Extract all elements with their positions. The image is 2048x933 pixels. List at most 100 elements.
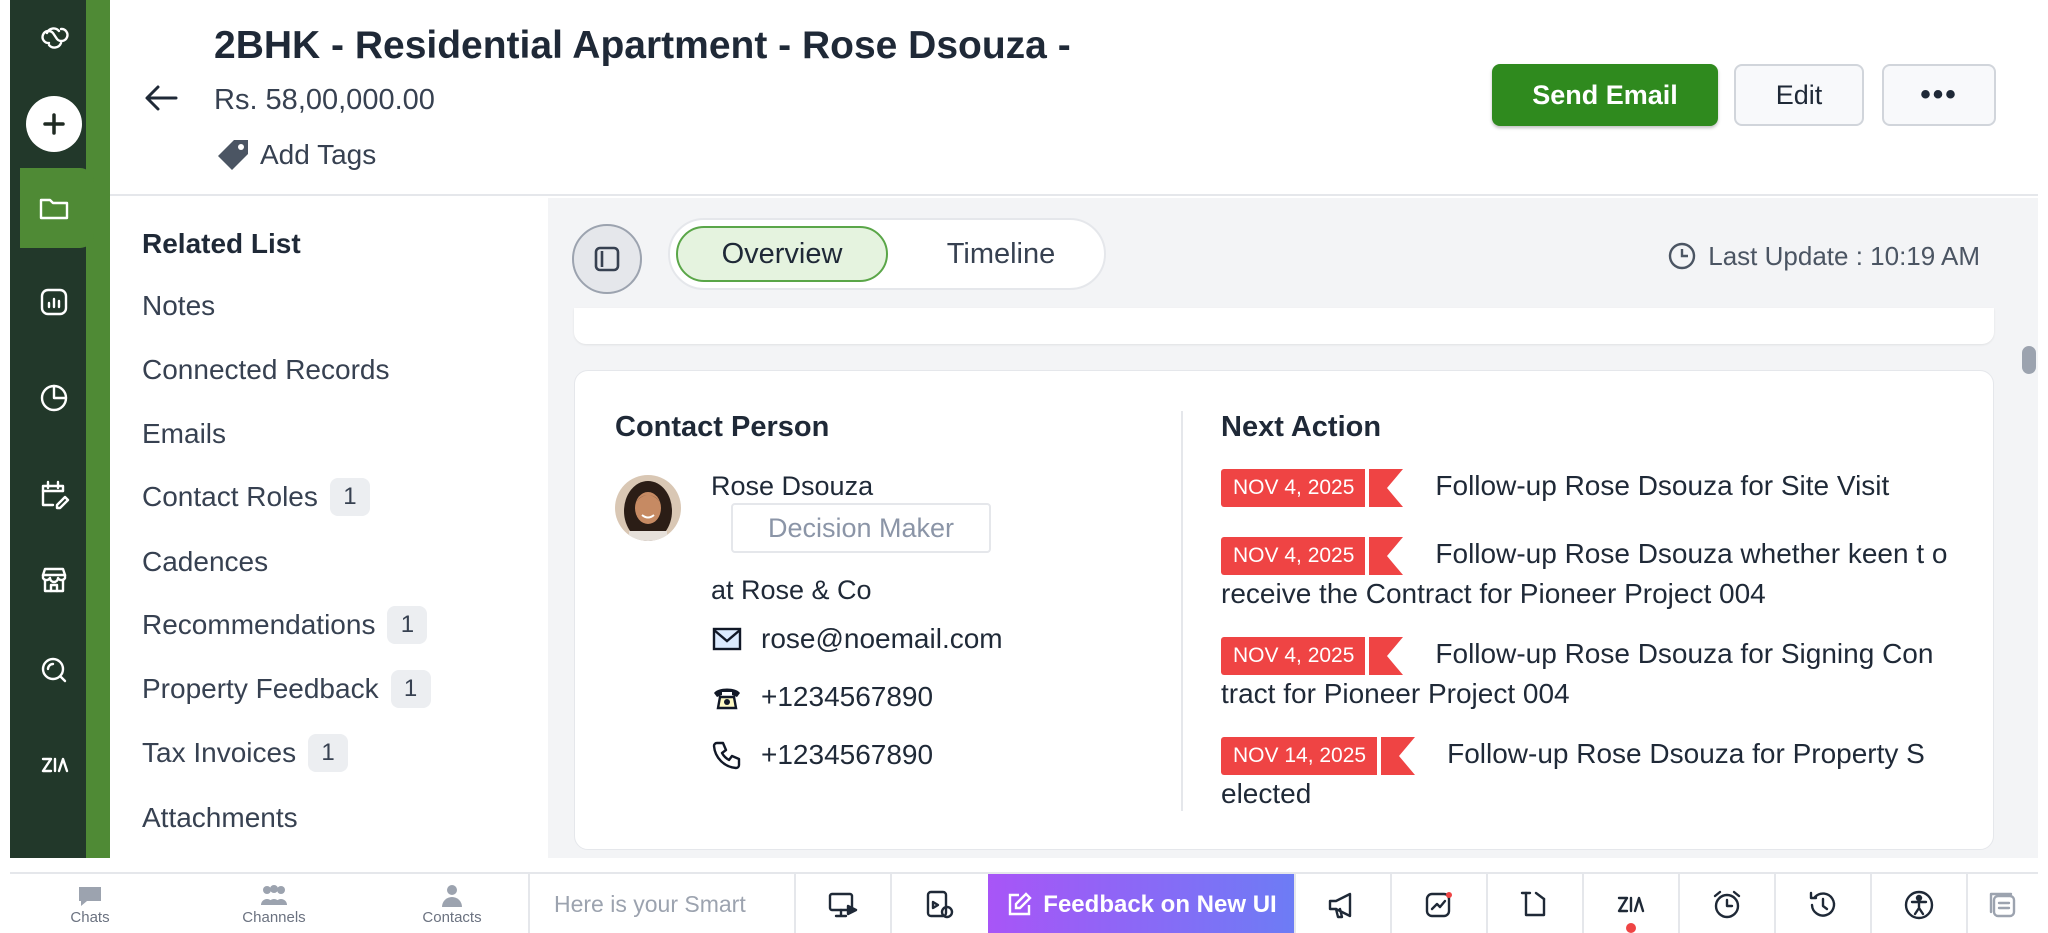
page-title: 2BHK - Residential Apartment - Rose Dsou…: [214, 24, 1071, 67]
send-email-button[interactable]: Send Email: [1492, 64, 1718, 126]
contacts-button[interactable]: Contacts: [372, 874, 532, 933]
contact-mobile: +1234567890: [761, 739, 934, 770]
date-flag: NOV 14, 2025: [1221, 736, 1417, 775]
notification-dot: [1626, 923, 1636, 933]
avatar[interactable]: [615, 475, 681, 541]
report-icon[interactable]: [20, 268, 88, 336]
scrollbar-thumb[interactable]: [2022, 346, 2036, 374]
history-button[interactable]: [1774, 874, 1870, 933]
bottom-bar: Chats Channels Contacts Here is your Sma…: [10, 872, 2038, 933]
related-item-cadences[interactable]: Cadences: [142, 546, 268, 578]
main-content: Overview Timeline Last Update : 10:19 AM…: [548, 198, 2038, 858]
phone-icon: [712, 741, 741, 770]
record-header: 2BHK - Residential Apartment - Rose Dsou…: [110, 0, 2038, 196]
accessibility-button[interactable]: [1870, 874, 1966, 933]
back-arrow-icon: [145, 85, 178, 111]
reminder-button[interactable]: [1678, 874, 1774, 933]
tasks-icon: [1520, 891, 1546, 916]
notes-icon: [1989, 892, 2016, 917]
media-button[interactable]: [890, 874, 986, 933]
store-icon[interactable]: [20, 546, 88, 614]
related-item-label: Emails: [142, 418, 227, 449]
related-item-label: Notes: [142, 290, 216, 321]
contact-person-title: Contact Person: [615, 411, 830, 443]
cloud-logo-icon[interactable]: [20, 4, 88, 72]
next-action-item[interactable]: NOV 4, 2025 Follow-up Rose Dsouza whether…: [1221, 535, 1961, 613]
count-badge: 1: [308, 734, 349, 772]
create-plus-button[interactable]: [26, 96, 82, 152]
add-tags-link[interactable]: Add Tags: [214, 136, 376, 174]
contact-email-row[interactable]: rose@noemail.com: [711, 623, 1003, 655]
related-item-notes[interactable]: Notes: [142, 290, 215, 322]
last-update-text: Last Update : 10:19 AM: [1708, 240, 1980, 271]
date-flag: NOV 4, 2025: [1221, 636, 1405, 675]
contacts-label: Contacts: [422, 909, 482, 926]
related-item-label: Contact Roles: [142, 481, 318, 512]
tab-overview[interactable]: Overview: [676, 226, 888, 282]
edit-button[interactable]: Edit: [1734, 64, 1864, 126]
channels-label: Channels: [242, 909, 306, 926]
panel-toggle-button[interactable]: [572, 224, 642, 294]
clock-icon: [1669, 242, 1696, 270]
action-text: Follow-up Rose Dsouza for Site Visit: [1435, 470, 1890, 501]
count-badge: 1: [387, 606, 428, 644]
contact-mobile-row[interactable]: +1234567890: [711, 739, 933, 771]
related-item-contact-roles[interactable]: Contact Roles 1: [142, 478, 370, 516]
action-date: NOV 4, 2025: [1221, 536, 1367, 575]
column-divider: [1181, 411, 1183, 811]
panel-toggle-icon: [594, 246, 620, 272]
screen-share-button[interactable]: [794, 874, 890, 933]
calendar-edit-icon[interactable]: [20, 460, 88, 528]
analytics-button[interactable]: [1390, 874, 1486, 933]
plus-icon: [43, 113, 65, 135]
zia-icon[interactable]: [20, 730, 88, 798]
related-item-connected-records[interactable]: Connected Records: [142, 354, 389, 386]
contact-email: rose@noemail.com: [761, 623, 1003, 654]
history-icon: [1809, 891, 1836, 917]
tasks-button[interactable]: [1486, 874, 1582, 933]
folder-icon[interactable]: [20, 174, 88, 242]
chats-button[interactable]: Chats: [10, 874, 170, 933]
related-item-tax-invoices[interactable]: Tax Invoices 1: [142, 734, 349, 772]
mail-icon: [712, 627, 742, 651]
megaphone-icon: [1328, 892, 1352, 918]
next-action-item[interactable]: NOV 4, 2025 Follow-up Rose Dsouza for Sit…: [1221, 467, 1961, 507]
feedback-button[interactable]: Feedback on New UI: [988, 874, 1294, 933]
channels-button[interactable]: Channels: [194, 874, 354, 933]
related-item-emails[interactable]: Emails: [142, 418, 226, 450]
contact-name[interactable]: Rose Dsouza: [711, 471, 873, 502]
related-item-property-feedback[interactable]: Property Feedback 1: [142, 670, 431, 708]
next-action-title: Next Action: [1221, 411, 1382, 443]
related-item-label: Tax Invoices: [142, 737, 297, 768]
action-date: NOV 4, 2025: [1221, 636, 1367, 675]
related-item-attachments[interactable]: Attachments: [142, 802, 298, 834]
more-options-button[interactable]: •••: [1882, 64, 1996, 126]
related-item-recommendations[interactable]: Recommendations 1: [142, 606, 428, 644]
next-action-item[interactable]: NOV 4, 2025 Follow-up Rose Dsouza for Sig…: [1221, 635, 1961, 713]
left-rail: [10, 0, 110, 858]
pie-chart-icon[interactable]: [20, 364, 88, 432]
contact-company: at Rose & Co: [711, 575, 872, 605]
next-action-item[interactable]: NOV 14, 2025 Follow-up Rose Dsouza for Pr…: [1221, 735, 1961, 813]
search-icon[interactable]: [20, 636, 88, 704]
flag-icon: [1365, 468, 1404, 507]
telephone-icon: [714, 688, 740, 710]
add-tags-label: Add Tags: [260, 139, 377, 170]
zia-assistant-button[interactable]: [1582, 874, 1678, 933]
contact-phone-row[interactable]: +1234567890: [711, 681, 933, 713]
previous-card-edge: [574, 308, 1994, 344]
contact-person-icon: [442, 885, 462, 907]
count-badge: 1: [390, 670, 431, 708]
back-button[interactable]: [142, 80, 182, 116]
related-list-title: Related List: [142, 228, 301, 259]
date-flag: NOV 4, 2025: [1221, 536, 1405, 575]
zia-icon: [1617, 896, 1645, 912]
notes-button[interactable]: [1966, 874, 2038, 933]
count-badge: 1: [329, 478, 370, 516]
smart-search-input[interactable]: Here is your Smart: [528, 874, 794, 933]
screen-share-icon: [828, 892, 858, 917]
announcement-button[interactable]: [1294, 874, 1390, 933]
tab-timeline[interactable]: Timeline: [916, 226, 1086, 282]
related-item-label: Connected Records: [142, 354, 390, 385]
related-list-panel: Related List Notes Connected Records Ema…: [110, 198, 548, 858]
